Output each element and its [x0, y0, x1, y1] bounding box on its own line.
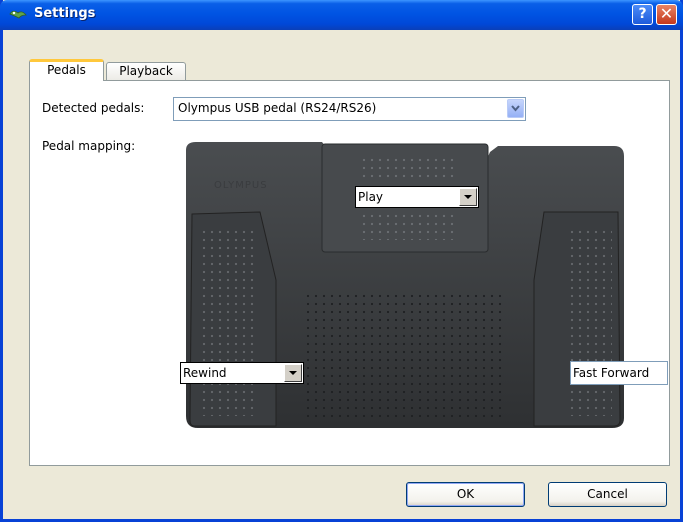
chevron-down-icon[interactable] — [507, 99, 524, 118]
left-pedal-value: Rewind — [183, 366, 227, 380]
foot-pedal-image: OLYMPUS — [186, 142, 624, 428]
left-pedal-select[interactable]: Rewind — [180, 362, 304, 384]
center-pedal-value: Play — [358, 190, 384, 204]
tab-pedals[interactable]: Pedals — [29, 59, 104, 81]
close-button[interactable]: ✕ — [656, 4, 677, 25]
window-title: Settings — [34, 6, 96, 21]
ok-button[interactable]: OK — [406, 482, 525, 507]
title-bar[interactable]: Settings ? ✕ — [0, 0, 683, 30]
right-pedal-value: Fast Forward — [573, 366, 650, 380]
detected-pedals-label: Detected pedals: — [42, 101, 145, 115]
pedal-brand-print: OLYMPUS — [214, 180, 268, 191]
cancel-button[interactable]: Cancel — [548, 482, 667, 507]
pedal-mapping-label: Pedal mapping: — [42, 139, 136, 153]
detected-pedals-value: Olympus USB pedal (RS24/RS26) — [178, 101, 377, 115]
detected-pedals-select[interactable]: Olympus USB pedal (RS24/RS26) — [173, 97, 526, 121]
right-pedal-field[interactable]: Fast Forward — [570, 361, 668, 385]
help-button[interactable]: ? — [632, 4, 653, 25]
tab-playback[interactable]: Playback — [106, 62, 186, 80]
center-pedal-select[interactable]: Play — [355, 186, 479, 208]
settings-app-icon — [9, 10, 27, 19]
dropdown-arrow-icon[interactable] — [284, 364, 302, 382]
dropdown-arrow-icon[interactable] — [459, 188, 477, 206]
